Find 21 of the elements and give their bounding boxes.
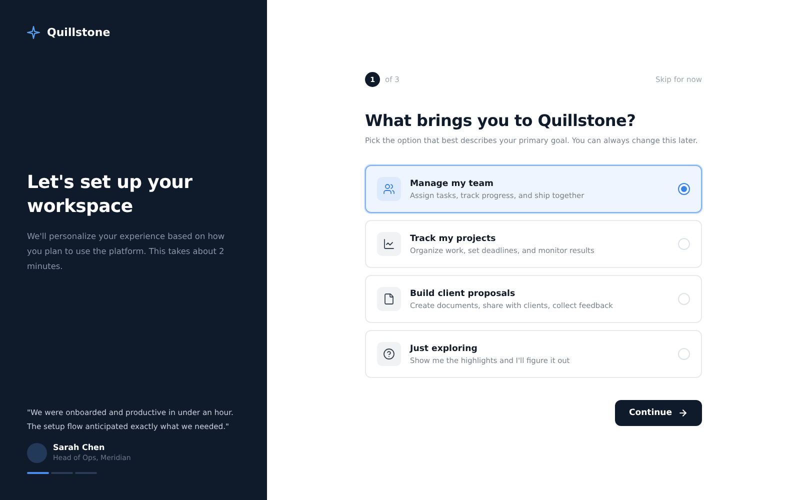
option-title: Build client proposals bbox=[410, 288, 516, 298]
radio-button[interactable] bbox=[678, 183, 690, 195]
document-icon bbox=[377, 287, 401, 311]
arrow-right-icon bbox=[678, 408, 688, 418]
slide-indicator[interactable] bbox=[51, 472, 73, 474]
intro-title: Let's set up your workspace bbox=[27, 171, 194, 219]
help-icon bbox=[377, 342, 401, 366]
option-title: Manage my team bbox=[410, 178, 494, 188]
brand-name: Quillstone bbox=[47, 26, 110, 39]
author-name: Sarah Chen bbox=[53, 442, 106, 453]
people-icon bbox=[377, 177, 401, 201]
sparkle-logo-icon bbox=[27, 26, 40, 39]
option-title: Just exploring bbox=[410, 344, 478, 354]
page-title: What brings you to Quillstone? bbox=[365, 111, 637, 130]
slide-indicator[interactable] bbox=[27, 472, 49, 474]
avatar bbox=[27, 443, 47, 463]
slide-indicator[interactable] bbox=[75, 472, 97, 474]
option-title: Track my projects bbox=[410, 234, 497, 244]
line-chart-icon bbox=[377, 232, 401, 256]
intro-description: We'll personalize your experience based on how you plan to use the platform. This takes about 2 minutes. bbox=[27, 230, 226, 273]
continue-button[interactable]: Continue bbox=[615, 400, 702, 426]
